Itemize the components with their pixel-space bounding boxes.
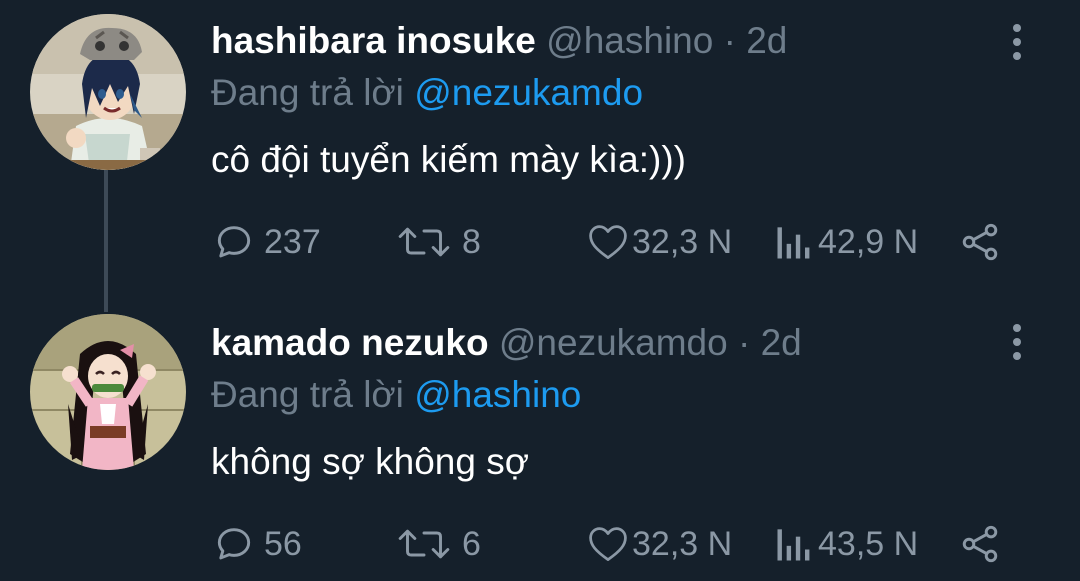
tweet-header: kamado nezuko @nezukamdo · 2d bbox=[211, 320, 802, 366]
retweet-count: 6 bbox=[462, 524, 481, 563]
tweet-header: hashibara inosuke @hashino · 2d bbox=[211, 18, 787, 64]
tweet-actions: 237 8 32,3 N 42,9 N bbox=[212, 218, 1032, 266]
share-icon bbox=[962, 525, 998, 563]
retweet-button[interactable]: 8 bbox=[394, 218, 481, 266]
timestamp[interactable]: 2d bbox=[746, 20, 787, 61]
tweet-text: không sợ không sợ bbox=[211, 441, 529, 482]
display-name[interactable]: kamado nezuko bbox=[211, 322, 489, 363]
views-button[interactable]: 42,9 N bbox=[774, 218, 918, 266]
replying-to: Đang trả lời @nezukamdo bbox=[211, 70, 643, 116]
separator-dot: · bbox=[738, 322, 751, 363]
tweet-text: cô đội tuyển kiếm mày kìa:))) bbox=[211, 139, 686, 180]
retweet-count: 8 bbox=[462, 222, 481, 261]
reply-count: 237 bbox=[264, 222, 321, 261]
avatar[interactable] bbox=[30, 14, 186, 170]
more-icon bbox=[1013, 324, 1021, 332]
views-button[interactable]: 43,5 N bbox=[774, 520, 918, 568]
user-handle[interactable]: @hashino bbox=[546, 20, 713, 61]
like-button[interactable]: 32,3 N bbox=[586, 520, 732, 568]
retweet-button[interactable]: 6 bbox=[394, 520, 481, 568]
display-name[interactable]: hashibara inosuke bbox=[211, 20, 536, 61]
tweet[interactable]: hashibara inosuke @hashino · 2d Đang trả… bbox=[0, 0, 1080, 290]
share-button[interactable] bbox=[958, 218, 1002, 266]
share-button[interactable] bbox=[958, 520, 1002, 568]
more-options-button[interactable] bbox=[1002, 322, 1032, 362]
reply-icon bbox=[217, 226, 251, 258]
views-icon bbox=[777, 529, 810, 561]
share-icon bbox=[962, 223, 998, 261]
avatar[interactable] bbox=[30, 314, 186, 470]
reply-button[interactable]: 56 bbox=[212, 520, 302, 568]
mention-link[interactable]: @hashino bbox=[414, 374, 581, 415]
like-icon bbox=[589, 225, 627, 259]
tweet-actions: 56 6 32,3 N 43,5 N bbox=[212, 520, 1032, 568]
timestamp[interactable]: 2d bbox=[761, 322, 802, 363]
views-count: 42,9 N bbox=[818, 222, 919, 261]
more-options-button[interactable] bbox=[1002, 22, 1032, 62]
views-icon bbox=[777, 227, 810, 259]
like-button[interactable]: 32,3 N bbox=[586, 218, 732, 266]
tweet[interactable]: kamado nezuko @nezukamdo · 2d Đang trả l… bbox=[0, 300, 1080, 581]
replying-to-label: Đang trả lời bbox=[211, 72, 404, 113]
replying-to-label: Đang trả lời bbox=[211, 374, 404, 415]
avatar-image bbox=[30, 14, 186, 170]
separator-dot: · bbox=[723, 20, 736, 61]
like-count: 32,3 N bbox=[632, 524, 733, 563]
retweet-icon bbox=[398, 227, 450, 257]
views-count: 43,5 N bbox=[818, 524, 919, 563]
retweet-icon bbox=[398, 529, 450, 559]
replying-to: Đang trả lời @hashino bbox=[211, 372, 581, 418]
more-icon bbox=[1013, 24, 1021, 32]
reply-count: 56 bbox=[264, 524, 302, 563]
user-handle[interactable]: @nezukamdo bbox=[499, 322, 728, 363]
like-icon bbox=[589, 527, 627, 561]
conversation-thread: hashibara inosuke @hashino · 2d Đang trả… bbox=[0, 0, 1080, 581]
mention-link[interactable]: @nezukamdo bbox=[414, 72, 643, 113]
like-count: 32,3 N bbox=[632, 222, 733, 261]
avatar-image bbox=[30, 314, 186, 470]
reply-icon bbox=[217, 528, 251, 560]
reply-button[interactable]: 237 bbox=[212, 218, 321, 266]
